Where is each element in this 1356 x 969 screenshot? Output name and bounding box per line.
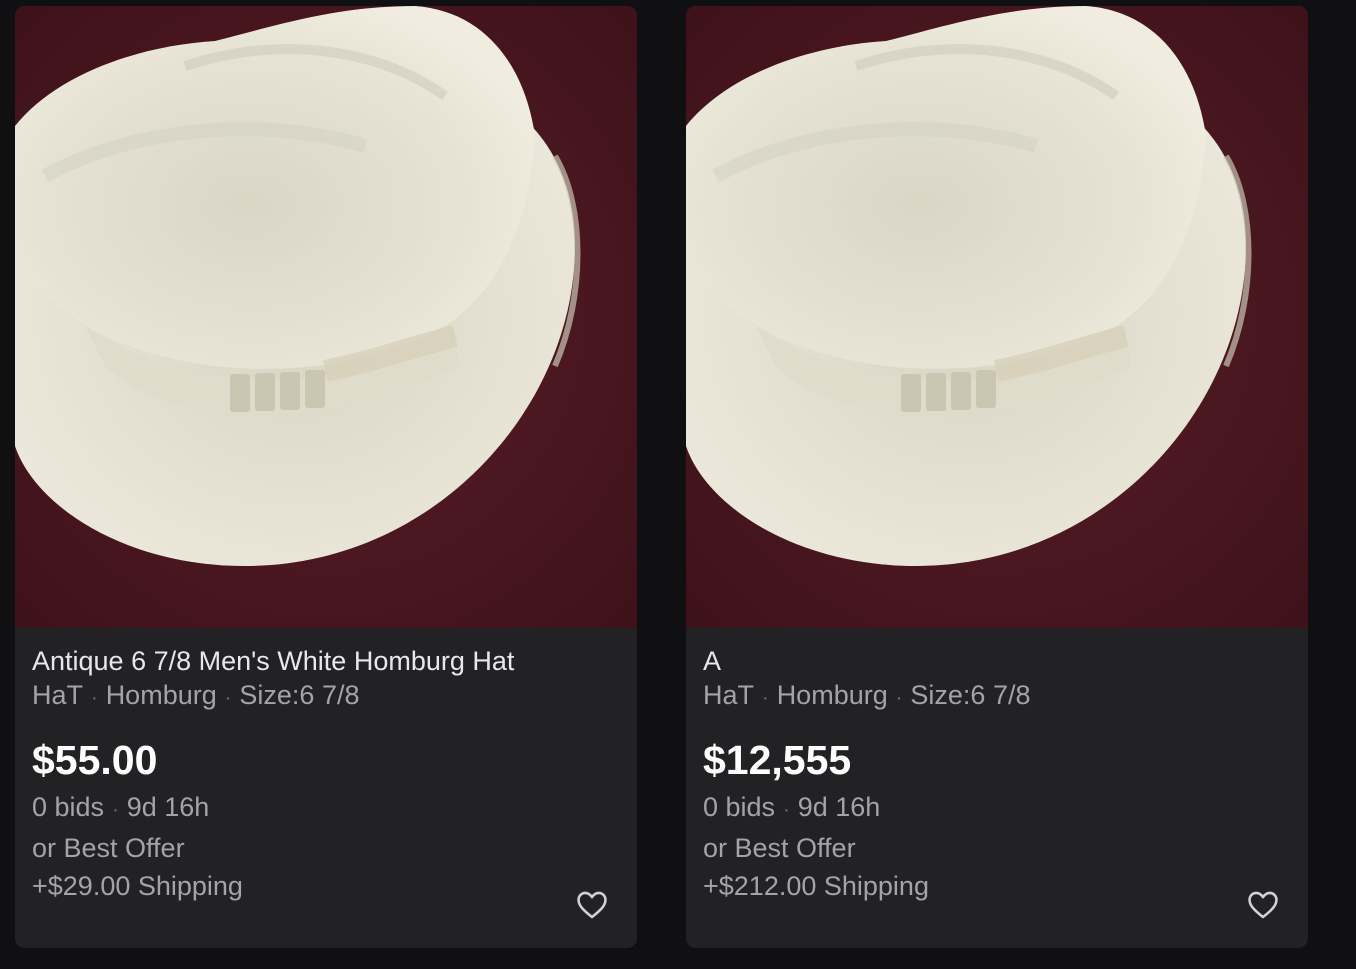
spec-type: HaT bbox=[703, 680, 755, 710]
bids-time: 0 bids · 9d 16h bbox=[703, 788, 1291, 829]
spec-size: Size:6 7/8 bbox=[910, 680, 1031, 710]
heart-icon bbox=[1248, 891, 1278, 919]
hat-photo-icon bbox=[15, 6, 637, 628]
watch-heart-icon[interactable] bbox=[575, 888, 609, 922]
separator-dot: · bbox=[91, 687, 98, 709]
spec-type: HaT bbox=[32, 680, 84, 710]
time-left: 9d 16h bbox=[797, 792, 881, 822]
heart-icon bbox=[577, 891, 607, 919]
listing-title[interactable]: Antique 6 7/8 Men's White Homburg Hat bbox=[32, 643, 620, 679]
separator-dot: · bbox=[895, 687, 903, 709]
listing-card[interactable]: A HaT · Homburg · Size:6 7/8 $12,555 0 bids ·… bbox=[686, 6, 1308, 948]
watch-heart-icon[interactable] bbox=[1246, 888, 1280, 922]
listing-title[interactable]: A bbox=[703, 643, 1291, 679]
separator-dot: · bbox=[112, 799, 119, 821]
listing-price: $55.00 bbox=[32, 737, 158, 783]
listing-specs: HaT · Homburg · Size:6 7/8 bbox=[703, 679, 1291, 714]
listing-specs: HaT · Homburg · Size:6 7/8 bbox=[32, 679, 620, 714]
shipping-cost: +$212.00 Shipping bbox=[703, 871, 929, 901]
listing-price: $12,555 bbox=[703, 737, 852, 783]
time-left: 9d 16h bbox=[126, 792, 210, 822]
best-offer-text: or Best Offer bbox=[32, 833, 185, 863]
bid-count: 0 bids bbox=[32, 792, 105, 822]
listing-card[interactable]: Antique 6 7/8 Men's White Homburg Hat Ha… bbox=[15, 6, 637, 948]
separator-dot: · bbox=[224, 687, 232, 709]
listing-grid: Antique 6 7/8 Men's White Homburg Hat Ha… bbox=[0, 0, 1356, 969]
spec-style: Homburg bbox=[105, 680, 217, 710]
spec-size: Size:6 7/8 bbox=[239, 680, 360, 710]
bid-count: 0 bids bbox=[703, 792, 776, 822]
hat-photo-icon bbox=[686, 6, 1308, 628]
separator-dot: · bbox=[762, 687, 769, 709]
spec-style: Homburg bbox=[776, 680, 888, 710]
best-offer-text: or Best Offer bbox=[703, 833, 856, 863]
shipping-cost: +$29.00 Shipping bbox=[32, 871, 243, 901]
bids-time: 0 bids · 9d 16h bbox=[32, 788, 620, 829]
listing-image[interactable] bbox=[15, 6, 637, 628]
listing-image[interactable] bbox=[686, 6, 1308, 628]
separator-dot: · bbox=[783, 799, 790, 821]
